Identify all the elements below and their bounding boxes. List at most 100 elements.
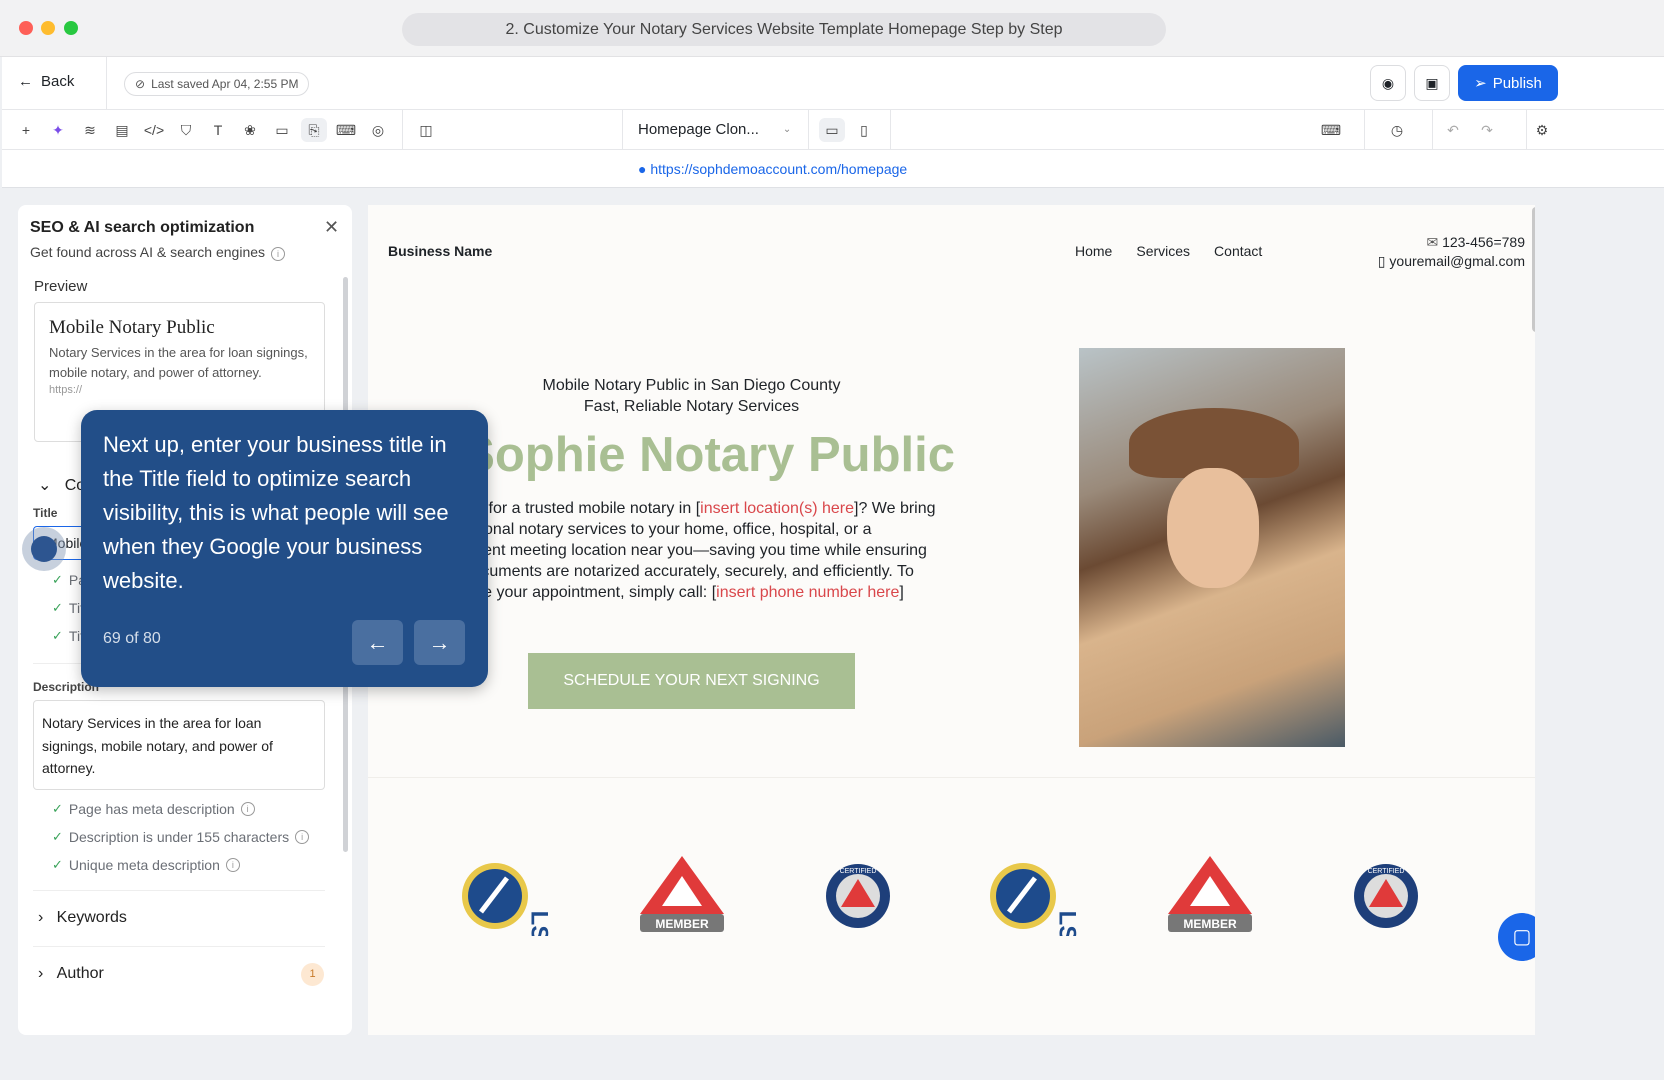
divider [368,777,1535,778]
tour-next-button[interactable]: → [414,620,465,665]
divider [1364,110,1365,150]
preview-label: Preview [34,278,88,295]
history-icon[interactable]: ◷ [1384,118,1410,142]
page-url: https://sophdemoaccount.com/homepage [650,161,908,177]
undo-icon[interactable]: ↶ [1440,118,1466,142]
desc-check-1: ✓ Description is under 155 characters i [52,829,310,845]
site-contact-info: ✉ 123-456=789 ▯ youremail@gmal.com [1378,233,1525,271]
tour-prev-button[interactable]: ← [352,620,403,665]
preview-button[interactable]: ◉ [1370,65,1406,101]
publish-button[interactable]: ➢ Publish [1458,65,1558,101]
chat-widget-button[interactable]: ▢ [1498,913,1535,961]
svg-text:CERTIFIED: CERTIFIED [840,868,877,875]
website-preview: Business Name Home Services Contact ✉ 12… [368,205,1535,1035]
phone-placeholder: insert phone number here [716,584,900,601]
arrow-left-icon: ← [18,73,33,90]
desktop-icon[interactable]: ▭ [819,118,845,142]
certification-badge: MEMBER [1160,851,1260,941]
text-icon[interactable]: T [205,118,231,142]
author-section[interactable]: › Author [38,965,104,983]
last-saved-text: Last saved Apr 04, 2:55 PM [151,77,299,91]
divider [1526,110,1527,150]
nav-contact[interactable]: Contact [1214,243,1262,259]
section-icon[interactable]: ▭ [269,118,295,142]
hero-kicker-2: Fast, Reliable Notary Services [583,398,800,415]
mobile-icon: ▯ [1377,253,1386,269]
tooltip-text: Next up, enter your business title in th… [103,432,449,593]
hero-kicker: Mobile Notary Public in San Diego County… [418,375,965,417]
maximize-window-button[interactable] [64,21,78,35]
seo-icon[interactable]: ⎘ [301,118,327,142]
divider [808,110,809,150]
divider [106,57,107,109]
split-view-icon[interactable]: ◫ [413,118,439,142]
back-button[interactable]: ← Back [18,73,74,90]
chevron-down-icon: ⌄ [782,124,792,135]
terminal-icon[interactable]: ⌨ [333,118,359,142]
page-url-link[interactable]: ● https://sophdemoaccount.com/homepage [638,161,907,177]
divider [890,110,891,150]
mobile-icon[interactable]: ▯ [851,118,877,142]
eye-icon: ◉ [1381,75,1395,91]
info-icon: i [295,830,310,844]
editor-header: ← Back ⊘ Last saved Apr 04, 2:55 PM ◉ ▣ ➢ P… [2,57,1664,110]
preview-scrollbar[interactable] [1532,207,1535,332]
arrow-right-icon: → [428,629,451,655]
section-toggle[interactable]: ⌄ Co [38,475,85,495]
pages-icon[interactable]: ▤ [109,118,135,142]
page-select-value: Homepage Clon... [638,121,759,138]
back-label: Back [41,73,75,90]
window-title: 2. Customize Your Notary Services Websit… [402,13,1166,46]
redo-icon[interactable]: ↷ [1474,118,1500,142]
hero-kicker-1: Mobile Notary Public in San Diego County [542,377,841,394]
tour-step-counter: 69 of 80 [103,630,161,647]
last-saved-badge: ⊘ Last saved Apr 04, 2:55 PM [124,72,310,96]
site-business-name: Business Name [388,243,493,259]
send-icon: ➢ [1474,75,1487,92]
panel-title: SEO & AI search optimization [30,219,255,236]
keywords-section[interactable]: › Keywords [38,909,328,927]
ai-sparkle-icon[interactable]: ✦ [45,118,71,142]
tour-tooltip: Next up, enter your business title in th… [81,410,488,687]
chevron-right-icon: › [38,965,44,982]
nav-home[interactable]: Home [1075,243,1112,259]
cookie-icon[interactable]: ◎ [365,118,391,142]
badge-row: LSS MEMBER CERTIFIED LSS MEMBER CERTIFIED [456,851,1535,941]
certification-badge: CERTIFIED [808,851,908,941]
panel-subtitle: Get found across AI & search engines i [30,244,286,261]
chat-icon: ▢ [1512,926,1532,948]
brush-icon[interactable]: ⛉ [173,118,199,142]
add-icon[interactable]: + [13,118,39,142]
minimize-window-button[interactable] [41,21,55,35]
cloud-off-icon: ⊘ [135,77,146,91]
info-icon: i [225,858,240,872]
settings-sliders-icon[interactable]: ⚙ [1529,118,1555,142]
code-icon[interactable]: </> [141,118,167,142]
nav-services[interactable]: Services [1136,243,1190,259]
desc-check-2: ✓ Unique meta description i [52,857,240,873]
certification-badge: LSS [456,851,556,941]
certification-badge: MEMBER [632,851,732,941]
info-icon: i [240,802,255,816]
divider [402,110,403,150]
info-icon: i [271,247,286,261]
close-window-button[interactable] [19,21,33,35]
schedule-signing-button[interactable]: SCHEDULE YOUR NEXT SIGNING [528,653,855,709]
close-panel-icon[interactable]: ✕ [324,217,339,238]
divider [33,946,325,947]
location-placeholder: insert location(s) here [700,500,854,517]
envelope-icon: ✉ [1426,234,1439,250]
page-select[interactable]: Homepage Clon... ⌄ [638,121,791,139]
divider [1432,110,1433,150]
svg-text:MEMBER: MEMBER [655,917,709,931]
layers-icon[interactable]: ≋ [77,118,103,142]
save-button[interactable]: ▣ [1414,65,1450,101]
url-bar: ● https://sophdemoaccount.com/homepage [2,150,1664,188]
colors-icon[interactable]: ❀ [237,118,263,142]
certification-badge: LSS [984,851,1084,941]
hero-body: Looking for a trusted mobile notary in [… [428,500,936,601]
tour-hotspot [22,527,66,571]
keyboard-icon[interactable]: ⌨ [1318,118,1344,142]
site-phone: 123-456=789 [1442,234,1525,250]
description-textarea[interactable]: Notary Services in the area for loan sig… [33,700,325,790]
